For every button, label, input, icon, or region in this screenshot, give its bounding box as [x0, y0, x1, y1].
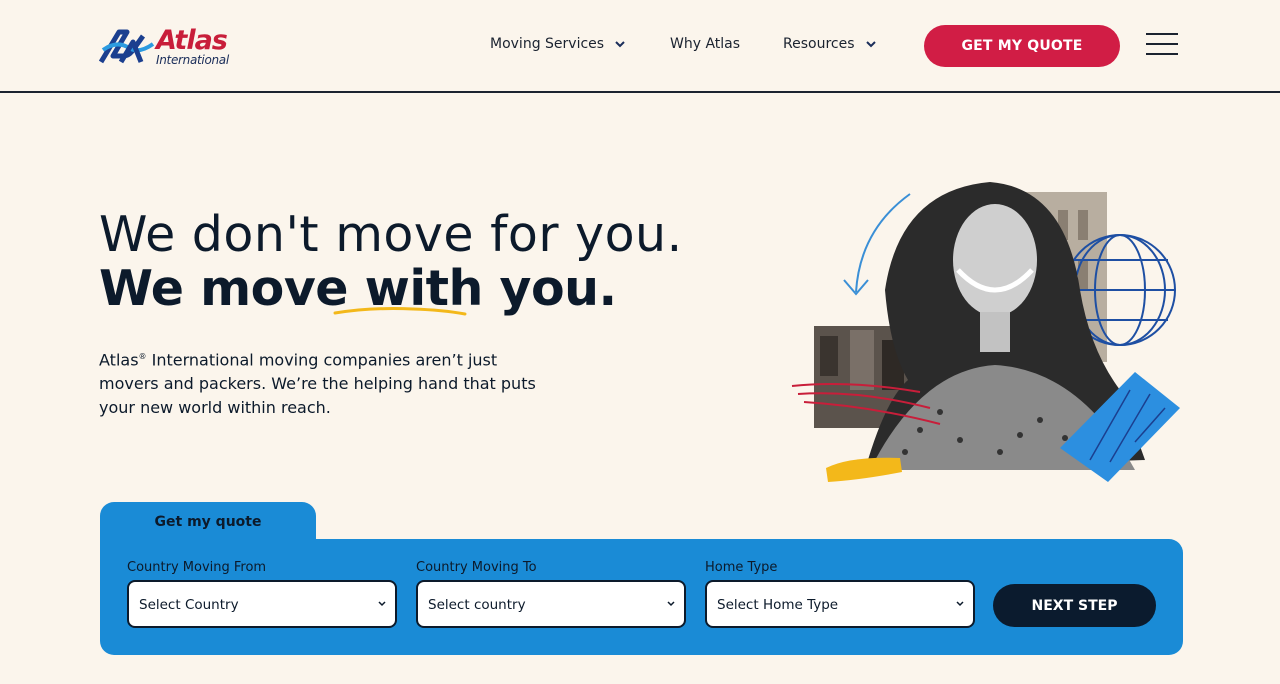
nav-moving-services[interactable]: Moving Services — [490, 36, 626, 52]
nav-why-atlas-label: Why Atlas — [670, 36, 741, 52]
chevron-down-icon — [667, 601, 675, 607]
desc-brand: Atlas — [99, 350, 139, 370]
hero-collage-image — [791, 182, 1180, 482]
desc-registered: ® — [138, 352, 147, 361]
country-to-label: Country Moving To — [416, 560, 537, 575]
nav-why-atlas[interactable]: Why Atlas — [670, 36, 740, 52]
home-type-value: Select Home Type — [717, 597, 839, 613]
home-type-label: Home Type — [705, 560, 778, 575]
hamburger-menu-icon[interactable] — [1146, 33, 1178, 57]
desc-rest: International moving companies aren’t ju… — [99, 350, 536, 418]
atlas-logo[interactable]: Atlas ® International — [99, 25, 234, 68]
atlas-logo-mark-icon — [99, 29, 155, 64]
site-header: Atlas ® International Moving Services Wh… — [0, 0, 1280, 93]
chevron-down-icon — [615, 41, 625, 48]
country-from-select[interactable]: Select Country — [127, 580, 397, 628]
get-my-quote-button[interactable]: GET MY QUOTE — [924, 25, 1120, 67]
country-to-value: Select country — [428, 597, 526, 613]
hero-description: Atlas® International moving companies ar… — [99, 345, 539, 420]
chevron-down-icon — [956, 601, 964, 607]
nav-moving-services-label: Moving Services — [490, 36, 605, 52]
tab-get-my-quote-label: Get my quote — [154, 514, 262, 530]
logo-registered-mark: ® — [221, 41, 227, 48]
logo-wordmark: Atlas — [156, 25, 228, 56]
country-from-value: Select Country — [139, 597, 239, 613]
hero-headline-line1: We don't move for you. — [99, 206, 683, 263]
headline-part1: We move — [99, 260, 365, 317]
home-type-select[interactable]: Select Home Type — [705, 580, 975, 628]
country-from-label: Country Moving From — [127, 560, 267, 575]
headline-part3: you. — [482, 260, 617, 317]
headline-underline-decoration — [333, 307, 467, 316]
chevron-down-icon — [378, 601, 386, 607]
nav-resources-label: Resources — [783, 36, 855, 52]
country-to-select[interactable]: Select country — [416, 580, 686, 628]
chevron-down-icon — [865, 41, 876, 48]
nav-resources[interactable]: Resources — [783, 36, 877, 52]
logo-subtext: International — [156, 53, 229, 67]
next-step-button[interactable]: NEXT STEP — [993, 584, 1156, 627]
